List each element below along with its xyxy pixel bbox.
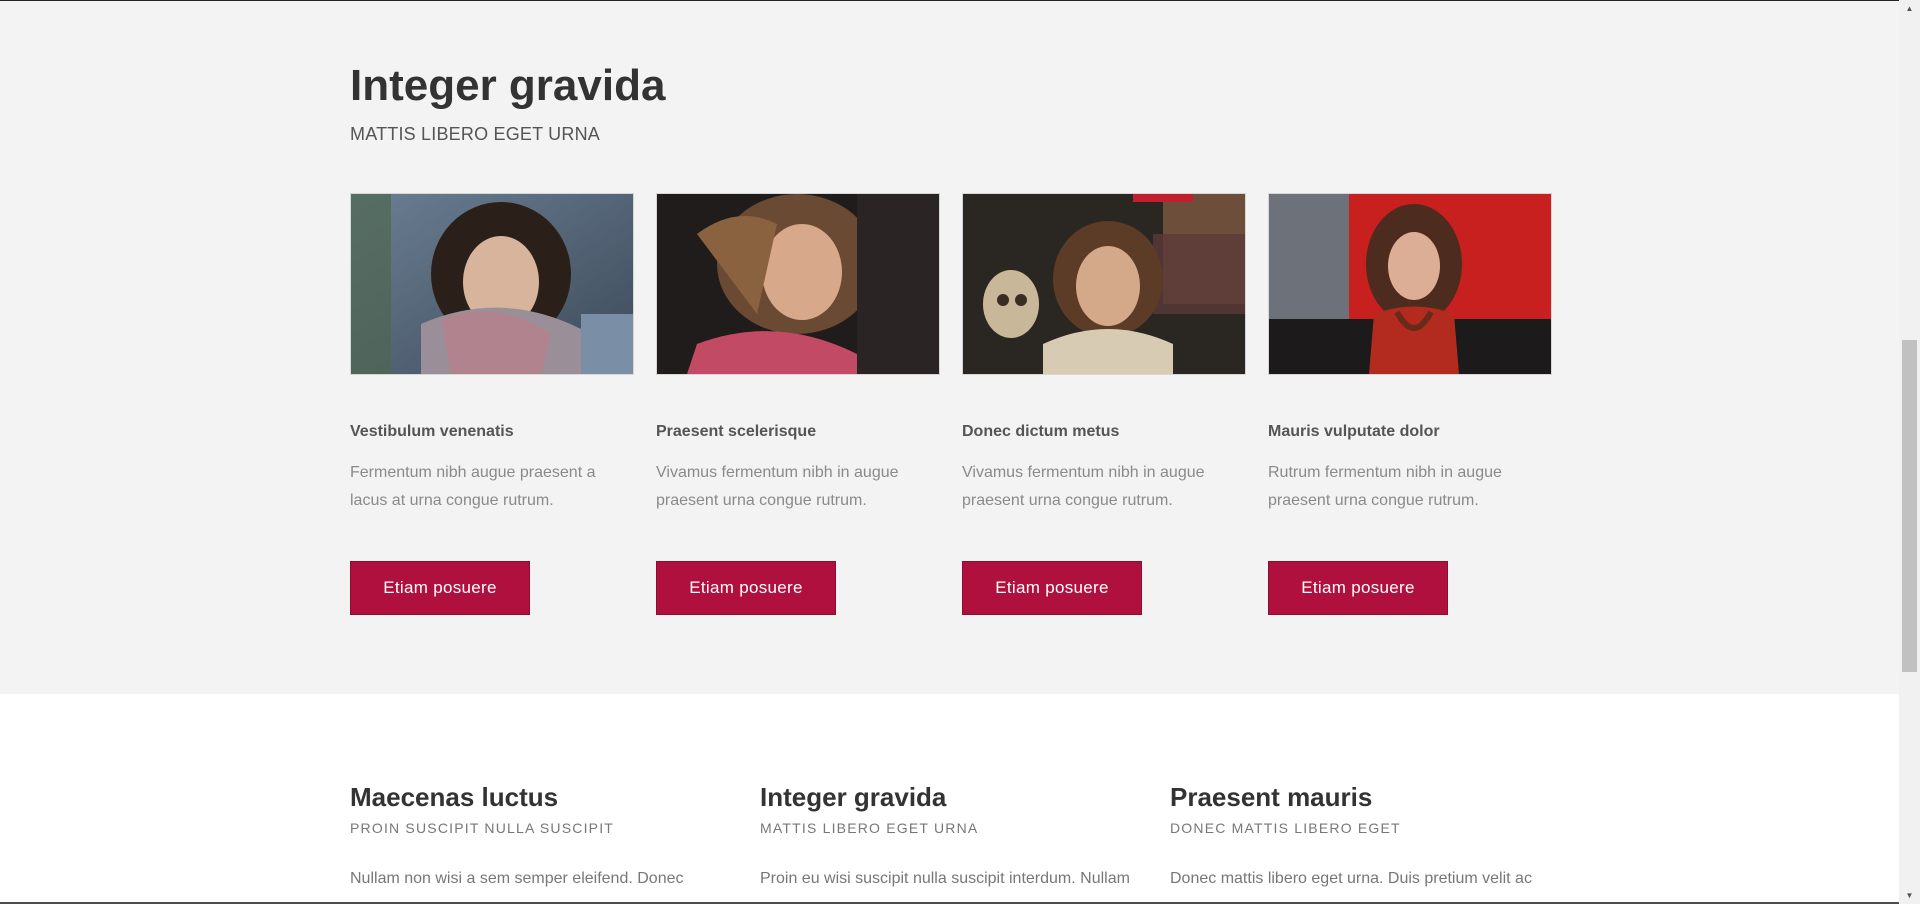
section-title: Integer gravida	[350, 61, 666, 110]
feature-card: Praesent scelerisque Vivamus fermentum n…	[656, 193, 940, 615]
column-text: Donec mattis libero eget urna. Duis pret…	[1170, 870, 1532, 887]
card-text: Vivamus fermentum nibh in augue praesent…	[656, 464, 899, 509]
etiam-posuere-button[interactable]: Etiam posuere	[1268, 561, 1448, 615]
column-title: Praesent mauris	[1170, 782, 1373, 812]
card-text: Vivamus fermentum nibh in augue praesent…	[962, 464, 1205, 509]
feature-card: Vestibulum venenatis Fermentum nibh augu…	[350, 193, 634, 615]
etiam-posuere-button[interactable]: Etiam posuere	[350, 561, 530, 615]
column-text: Proin eu wisi suscipit nulla suscipit in…	[760, 870, 1130, 887]
feature-card: Mauris vulputate dolor Rutrum fermentum …	[1268, 193, 1552, 615]
info-columns-section: Maecenas luctus PROIN SUSCIPIT NULLA SUS…	[0, 694, 1899, 904]
card-photo-woman-red-background[interactable]	[1268, 193, 1552, 375]
scroll-up-arrow-icon[interactable]: ▲	[1899, 0, 1920, 17]
card-photo-woman-scarf[interactable]	[350, 193, 634, 375]
column-text: Nullam non wisi a sem semper eleifend. D…	[350, 870, 684, 887]
card-photo-woman-red-top[interactable]	[656, 193, 940, 375]
feature-card: Donec dictum metus Vivamus fermentum nib…	[962, 193, 1246, 615]
card-text: Fermentum nibh augue praesent a lacus at…	[350, 464, 596, 509]
section-subtitle: MATTIS LIBERO EGET URNA	[350, 124, 600, 144]
card-title: Praesent scelerisque	[656, 423, 817, 440]
scroll-down-arrow-icon[interactable]: ▼	[1899, 887, 1920, 904]
etiam-posuere-button[interactable]: Etiam posuere	[962, 561, 1142, 615]
card-title: Mauris vulputate dolor	[1268, 423, 1440, 440]
column-subtitle: DONEC MATTIS LIBERO EGET	[1170, 820, 1401, 836]
column-subtitle: PROIN SUSCIPIT NULLA SUSCIPIT	[350, 820, 615, 836]
column-title: Integer gravida	[760, 782, 947, 812]
card-title: Donec dictum metus	[962, 423, 1120, 440]
card-text: Rutrum fermentum nibh in augue praesent …	[1268, 464, 1502, 509]
scrollbar-thumb[interactable]	[1902, 340, 1917, 672]
featured-section: Integer gravida MATTIS LIBERO EGET URNA	[0, 1, 1899, 694]
page-viewport: Integer gravida MATTIS LIBERO EGET URNA	[0, 0, 1899, 904]
column-title: Maecenas luctus	[350, 782, 559, 812]
card-title: Vestibulum venenatis	[350, 423, 514, 440]
etiam-posuere-button[interactable]: Etiam posuere	[656, 561, 836, 615]
card-photo-woman-skull[interactable]	[962, 193, 1246, 375]
vertical-scrollbar[interactable]: ▲ ▼	[1899, 0, 1920, 904]
column-subtitle: MATTIS LIBERO EGET URNA	[760, 820, 979, 836]
